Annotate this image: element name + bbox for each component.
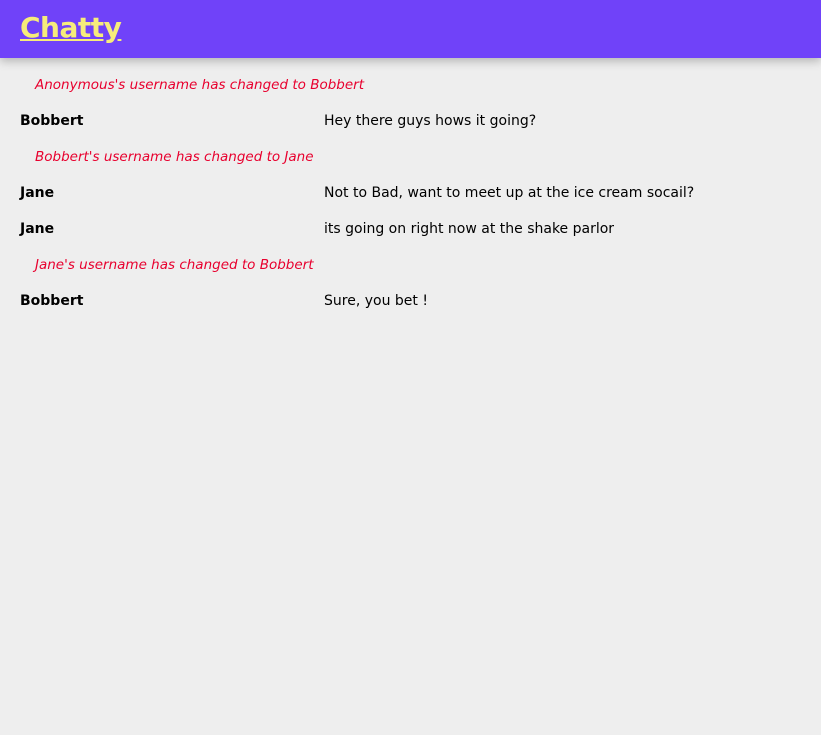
message-username: Bobbert [20,293,84,309]
system-notification: Bobbert's username has changed to Jane [0,140,821,176]
message-row: Jane its going on right now at the shake… [0,212,821,248]
system-notification: Anonymous's username has changed to Bobb… [0,68,821,104]
message-content: Sure, you bet ! [324,293,428,309]
system-notification-text: Bobbert's username has changed to Jane [35,149,314,165]
system-notification: Jane's username has changed to Bobbert [0,248,821,284]
message-content: Not to Bad, want to meet up at the ice c… [324,185,695,201]
message-content: its going on right now at the shake parl… [324,221,615,237]
system-notification-text: Jane's username has changed to Bobbert [35,257,314,273]
message-row: Bobbert Hey there guys hows it going? [0,104,821,140]
system-notification-text: Anonymous's username has changed to Bobb… [35,77,365,93]
message-username: Jane [20,221,55,237]
message-row: Bobbert Sure, you bet ! [0,284,821,320]
brand-link[interactable]: Chatty [20,12,122,44]
message-username: Bobbert [20,113,84,129]
message-row: Jane Not to Bad, want to meet up at the … [0,176,821,212]
message-username: Jane [20,185,55,201]
message-content: Hey there guys hows it going? [324,113,537,129]
message-list: Anonymous's username has changed to Bobb… [0,58,821,320]
navbar: Chatty [0,0,821,58]
